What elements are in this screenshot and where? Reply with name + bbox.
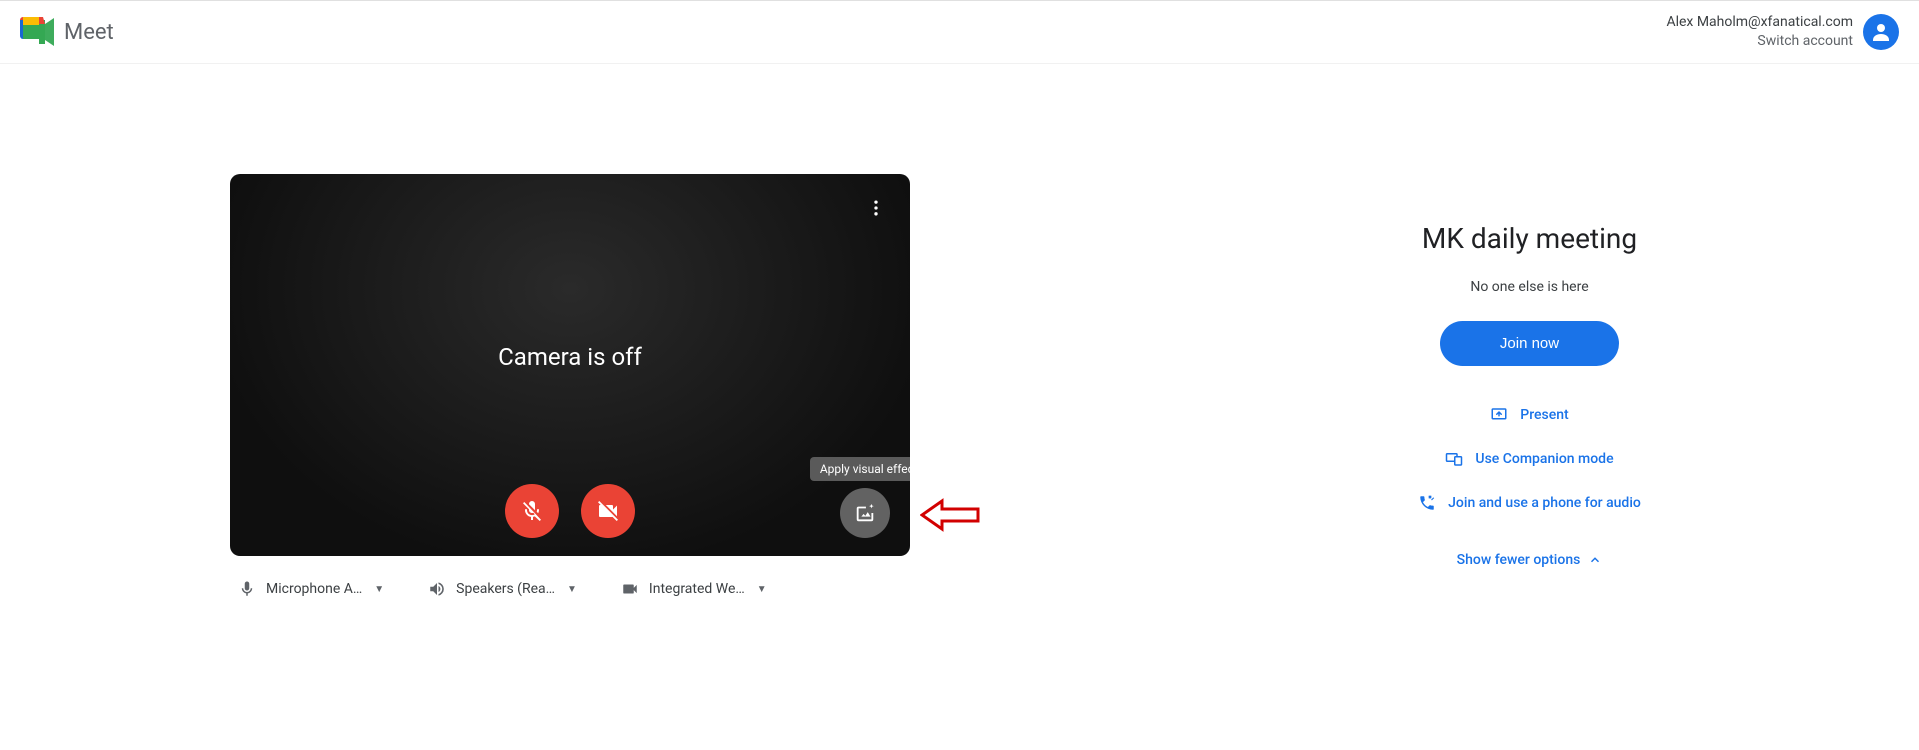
videocam-icon (621, 580, 639, 598)
mic-icon (238, 580, 256, 598)
app-name: Meet (64, 20, 114, 45)
present-label: Present (1520, 407, 1568, 423)
present-link[interactable]: Present (1490, 406, 1568, 424)
show-fewer-options-link[interactable]: Show fewer options (1457, 552, 1603, 568)
chevron-down-icon: ▼ (757, 584, 767, 595)
phone-audio-link[interactable]: Join and use a phone for audio (1418, 494, 1641, 512)
chevron-up-icon (1588, 553, 1602, 567)
camera-status-text: Camera is off (498, 343, 642, 371)
user-email: Alex Maholm@xfanatical.com (1666, 13, 1853, 32)
camera-device-selector[interactable]: Integrated We… ▼ (621, 580, 767, 598)
account-text: Alex Maholm@xfanatical.com Switch accoun… (1666, 13, 1853, 51)
companion-icon (1445, 450, 1463, 468)
more-options-button[interactable] (858, 190, 894, 226)
videocam-off-icon (596, 499, 620, 523)
device-row: Microphone A… ▼ Speakers (Rea… ▼ Integra… (230, 580, 1140, 598)
preview-column: Camera is off Apply visual effects (230, 174, 1140, 598)
chevron-down-icon: ▼ (374, 584, 384, 595)
mic-device-label: Microphone A… (266, 581, 362, 597)
speaker-icon (428, 580, 446, 598)
camera-off-button[interactable] (581, 484, 635, 538)
meet-logo-icon (20, 17, 56, 47)
fewer-label: Show fewer options (1457, 552, 1581, 568)
preview-controls (505, 484, 635, 538)
person-icon (1869, 20, 1893, 44)
companion-mode-link[interactable]: Use Companion mode (1445, 450, 1613, 468)
present-icon (1490, 406, 1508, 424)
speaker-device-selector[interactable]: Speakers (Rea… ▼ (428, 580, 577, 598)
join-column: MK daily meeting No one else is here Joi… (1140, 174, 1919, 598)
video-preview: Camera is off Apply visual effects (230, 174, 910, 556)
switch-account-link[interactable]: Switch account (1666, 32, 1853, 51)
more-vert-icon (866, 198, 886, 218)
main-content: Camera is off Apply visual effects (0, 64, 1919, 598)
mic-device-selector[interactable]: Microphone A… ▼ (238, 580, 384, 598)
sparkle-image-icon (854, 502, 876, 524)
phone-label: Join and use a phone for audio (1448, 495, 1641, 511)
join-now-button[interactable]: Join now (1440, 321, 1619, 366)
speaker-device-label: Speakers (Rea… (456, 581, 555, 597)
header-bar: Meet Alex Maholm@xfanatical.com Switch a… (0, 0, 1919, 64)
mute-mic-button[interactable] (505, 484, 559, 538)
meeting-title: MK daily meeting (1422, 222, 1637, 255)
chevron-down-icon: ▼ (567, 584, 577, 595)
account-area: Alex Maholm@xfanatical.com Switch accoun… (1666, 13, 1899, 51)
mic-off-icon (520, 499, 544, 523)
camera-device-label: Integrated We… (649, 581, 745, 597)
meeting-status: No one else is here (1470, 279, 1588, 295)
visual-effects-button[interactable] (840, 488, 890, 538)
effects-tooltip: Apply visual effects (810, 457, 910, 481)
user-avatar[interactable] (1863, 14, 1899, 50)
companion-label: Use Companion mode (1475, 451, 1613, 467)
phone-icon (1418, 494, 1436, 512)
brand[interactable]: Meet (20, 17, 114, 47)
